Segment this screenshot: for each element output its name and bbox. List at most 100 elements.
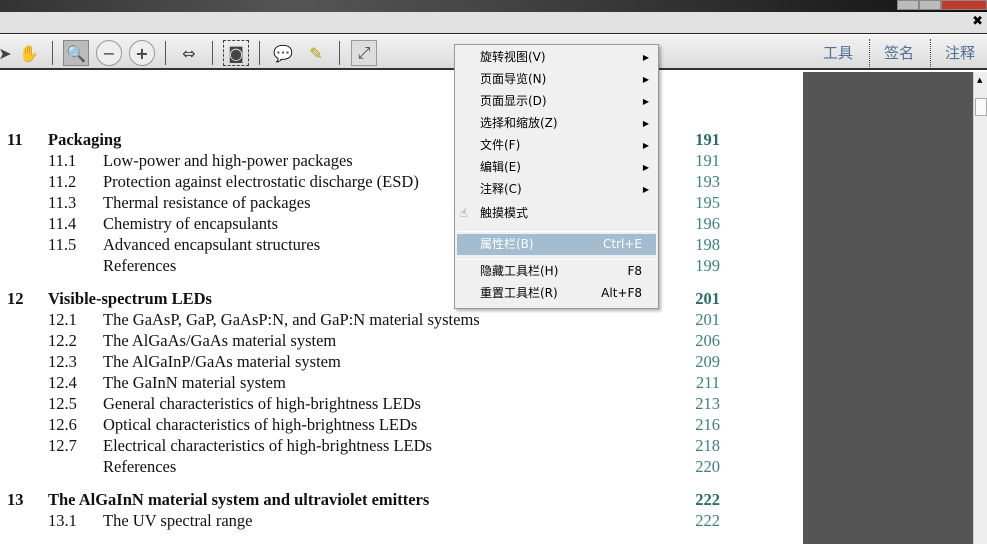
toc-section[interactable]: 12.4 The GaInN material system 211	[0, 373, 730, 394]
snapshot-camera-icon[interactable]: ◙	[223, 40, 249, 66]
toc-section[interactable]: 12.3 The AlGaInP/GaAs material system 209	[0, 352, 730, 373]
toc-section[interactable]: 12.7 Electrical characteristics of high-b…	[0, 436, 730, 457]
context-menu: ☝ 触摸模式 属性栏(B) Ctrl+E 隐藏工具栏(H) F8 重置工具栏(R) A…	[454, 44, 659, 309]
toc-title: The UV spectral range	[103, 511, 253, 530]
restore-button[interactable]	[919, 0, 941, 10]
toc-title: Low-power and high-power packages	[103, 151, 353, 170]
toc-page-link[interactable]: 193	[695, 172, 720, 192]
toc-page-link[interactable]: 196	[695, 214, 720, 234]
toc-number: 11.1	[48, 151, 77, 170]
comment-bubble-icon[interactable]: 💬	[270, 40, 296, 66]
toc-section[interactable]: 12.2 The AlGaAs/GaAs material system 206	[0, 331, 730, 352]
toc-section[interactable]: References 220	[0, 457, 730, 478]
toc-page-link[interactable]: 222	[695, 490, 720, 510]
window-title-bar	[0, 0, 987, 12]
toc-page-link[interactable]: 218	[695, 436, 720, 456]
toc-number: 11.3	[48, 193, 77, 212]
toc-page-link[interactable]: 191	[695, 130, 720, 150]
menu-item-properties-bar[interactable]: 属性栏(B) Ctrl+E	[457, 234, 656, 255]
toc-page-link[interactable]: 199	[695, 256, 720, 276]
hand-tool-icon[interactable]: ✋	[16, 40, 42, 66]
menu-item[interactable]: 选择和缩放(Z) ▶	[457, 113, 656, 134]
toc-number: 11.5	[48, 235, 77, 254]
toc-page-link[interactable]: 220	[695, 457, 720, 477]
zoom-out-icon[interactable]: −	[96, 40, 122, 66]
text-edit-icon[interactable]: ✎	[303, 40, 329, 66]
vertical-scrollbar[interactable]: ▲	[973, 72, 987, 544]
menu-item[interactable]: 页面导览(N) ▶	[457, 69, 656, 90]
toc-chapter[interactable]: 13 The AlGaInN material system and ultrav…	[0, 490, 730, 511]
document-page: 11 Packaging 191 11.1 Low-power and high-pow…	[0, 72, 803, 544]
toc-number: 12.4	[48, 373, 77, 392]
submenu-arrow-icon: ▶	[642, 141, 649, 150]
toc-page-link[interactable]: 209	[695, 352, 720, 372]
menu-item[interactable]: 页面显示(D) ▶	[457, 91, 656, 112]
menu-item-label: 旋转视图(V)	[480, 50, 546, 64]
close-window-button[interactable]	[941, 0, 987, 10]
toc-title: The AlGaAs/GaAs material system	[103, 331, 337, 350]
toc-section[interactable]: 13.1 The UV spectral range 222	[0, 511, 730, 532]
toc-number: 12.2	[48, 331, 77, 350]
zoom-in-icon[interactable]: +	[129, 40, 155, 66]
menu-separator	[457, 259, 656, 260]
sign-button[interactable]: 签名	[884, 42, 914, 63]
menu-item-hide-toolbar[interactable]: 隐藏工具栏(H) F8	[457, 261, 656, 282]
minimize-button[interactable]	[897, 0, 919, 10]
toc-section[interactable]: 12.5 General characteristics of high-brig…	[0, 394, 730, 415]
toc-title: References	[103, 457, 177, 476]
toc-title: Packaging	[48, 130, 122, 149]
toc-page-link[interactable]: 201	[695, 289, 720, 309]
toc-title: Advanced encapsulant structures	[103, 235, 321, 254]
toc-title: Optical characteristics of high-brightne…	[103, 415, 418, 434]
document-bar: ✖	[0, 12, 987, 34]
menu-item-label: 页面显示(D)	[480, 94, 547, 108]
menu-item[interactable]: 注释(C) ▶	[457, 179, 656, 200]
comment-button[interactable]: 注释	[945, 42, 975, 63]
menu-item[interactable]: 文件(F) ▶	[457, 135, 656, 156]
toc-page-link[interactable]: 195	[695, 193, 720, 213]
menu-item[interactable]: 旋转视图(V) ▶	[457, 47, 656, 68]
toc-section[interactable]: 12.1 The GaAsP, GaP, GaAsP:N, and GaP:N m…	[0, 310, 730, 331]
toc-page-link[interactable]: 201	[695, 310, 720, 330]
toc-page-link[interactable]: 191	[695, 151, 720, 171]
marquee-zoom-icon[interactable]: 🔍	[63, 40, 89, 66]
toc-title: Electrical characteristics of high-brigh…	[103, 436, 432, 455]
toc-number: 12.3	[48, 352, 77, 371]
tools-button[interactable]: 工具	[823, 42, 853, 63]
toc-page-link[interactable]: 222	[695, 511, 720, 531]
submenu-arrow-icon: ▶	[642, 185, 649, 194]
menu-item-touch-mode[interactable]: ☝ 触摸模式	[457, 203, 656, 224]
toc-title: Thermal resistance of packages	[103, 193, 311, 212]
submenu-arrow-icon: ▶	[642, 163, 649, 172]
full-screen-icon[interactable]: ⤢	[351, 40, 377, 66]
toc-number: 12	[7, 289, 24, 308]
scroll-thumb[interactable]	[975, 98, 987, 116]
touch-hand-icon: ☝	[460, 206, 468, 220]
menu-item-reset-toolbar[interactable]: 重置工具栏(R) Alt+F8	[457, 283, 656, 304]
divider	[165, 41, 166, 65]
divider	[869, 39, 870, 67]
fit-width-icon[interactable]: ⇔	[176, 40, 202, 66]
toc-page-link[interactable]: 211	[696, 373, 720, 393]
menu-item-label: 选择和缩放(Z)	[480, 116, 558, 130]
divider	[339, 41, 340, 65]
toc-title: References	[103, 256, 177, 275]
toc-title: Chemistry of encapsulants	[103, 214, 279, 233]
menu-item[interactable]: 编辑(E) ▶	[457, 157, 656, 178]
menu-item-label: 文件(F)	[480, 138, 521, 152]
toc-number: 11.4	[48, 214, 77, 233]
toc-title: The GaInN material system	[103, 373, 286, 392]
toc-section[interactable]: 12.6 Optical characteristics of high-brig…	[0, 415, 730, 436]
toc-page-link[interactable]: 198	[695, 235, 720, 255]
toc-page-link[interactable]: 213	[695, 394, 720, 414]
divider	[259, 41, 260, 65]
toc-title: The AlGaInP/GaAs material system	[103, 352, 341, 371]
toc-page-link[interactable]: 216	[695, 415, 720, 435]
scroll-up-icon[interactable]: ▲	[977, 76, 982, 84]
close-document-icon[interactable]: ✖	[972, 14, 983, 29]
page-background	[803, 72, 973, 544]
toc-title: Visible-spectrum LEDs	[48, 289, 212, 308]
menu-item-label: 注释(C)	[480, 182, 522, 196]
toc-number: 12.1	[48, 310, 77, 329]
toc-page-link[interactable]: 206	[695, 331, 720, 351]
